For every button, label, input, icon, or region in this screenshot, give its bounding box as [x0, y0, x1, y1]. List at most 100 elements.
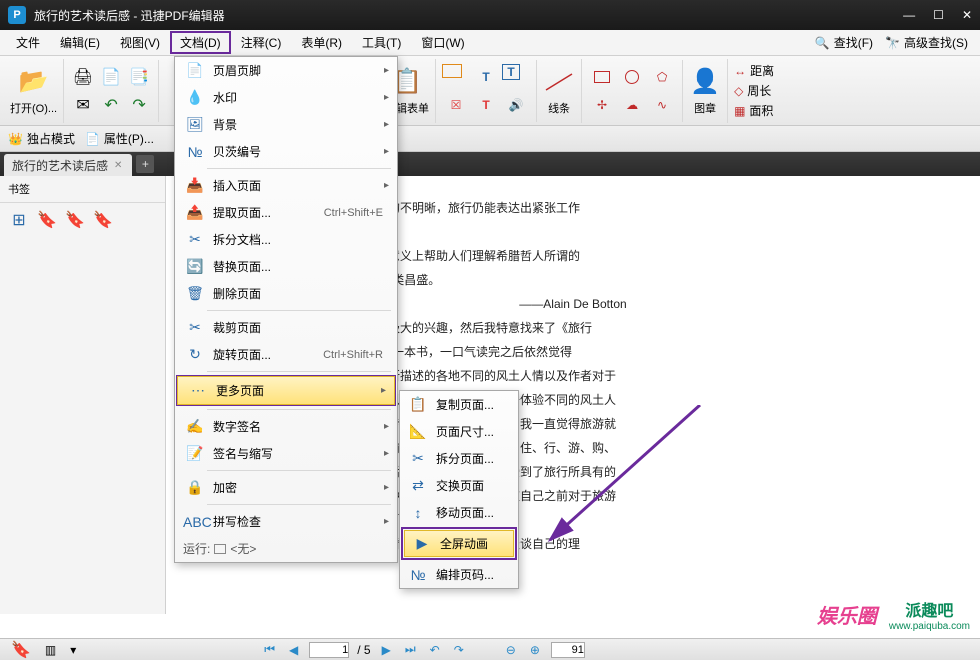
sb-bookmark-icon[interactable]: 🔖: [8, 640, 34, 660]
menu-document[interactable]: 文档(D): [170, 31, 231, 54]
find-button[interactable]: 🔍查找(F): [809, 34, 879, 51]
menu-tool[interactable]: 工具(T): [352, 31, 411, 54]
rect-icon[interactable]: [588, 64, 616, 90]
first-page-button[interactable]: ⏮: [261, 642, 278, 657]
menu-window[interactable]: 窗口(W): [411, 31, 474, 54]
stamp-icon: 👤: [689, 66, 721, 98]
sound-icon[interactable]: 🔊: [502, 92, 530, 118]
page-icon: 📄: [85, 132, 100, 146]
prev-page-button[interactable]: ◀: [286, 643, 301, 657]
shape-tools: ⬠ ✢ ☁ ∿: [582, 60, 683, 122]
menu-comment[interactable]: 注释(C): [231, 31, 292, 54]
minimize-button[interactable]: —: [903, 8, 915, 22]
t3-icon[interactable]: T: [472, 92, 500, 118]
menu-item[interactable]: 📄页眉页脚▸: [175, 57, 397, 84]
bookmark-add-icon[interactable]: 🔖: [36, 209, 58, 231]
last-page-button[interactable]: ⏭: [402, 642, 419, 657]
tab-close-icon[interactable]: ✕: [114, 160, 122, 171]
menu-item[interactable]: №贝茨编号▸: [175, 138, 397, 165]
search-icon: 🔍: [815, 36, 830, 50]
doc-icon[interactable]: 📄: [98, 64, 124, 90]
menu-item[interactable]: ✍数字签名▸: [175, 413, 397, 440]
circle-icon[interactable]: [618, 64, 646, 90]
menu-item[interactable]: ⋯更多页面▸: [177, 376, 395, 405]
menu-item[interactable]: 🗑删除页面: [175, 280, 397, 307]
menu-edit[interactable]: 编辑(E): [50, 31, 110, 54]
submenu-item[interactable]: ▶全屏动画: [404, 530, 514, 557]
link-icon[interactable]: ✢: [588, 92, 616, 118]
item-icon: ✍: [183, 418, 207, 435]
submenu-item[interactable]: 📋复制页面...: [400, 391, 518, 418]
exclusive-mode[interactable]: 👑独占模式: [8, 130, 75, 147]
zoom-input[interactable]: [551, 642, 585, 658]
submenu-item[interactable]: ✂拆分页面...: [400, 445, 518, 472]
menu-item[interactable]: 🖼背景▸: [175, 111, 397, 138]
bookmark-del-icon[interactable]: 🔖: [64, 209, 86, 231]
distance-tool[interactable]: ↔距离: [734, 62, 774, 79]
item-icon: ✂: [183, 319, 207, 336]
close-button[interactable]: ✕: [962, 8, 972, 22]
item-icon: 📤: [183, 204, 207, 221]
fwd-button[interactable]: ↷: [451, 643, 467, 657]
textbox-icon[interactable]: [442, 64, 462, 78]
menu-item[interactable]: ✂拆分文档...: [175, 226, 397, 253]
item-icon: ✂: [183, 231, 207, 248]
stamp-group[interactable]: 👤 图章: [683, 59, 728, 123]
menu-item[interactable]: 📝签名与缩写▸: [175, 440, 397, 467]
page-input[interactable]: [309, 642, 349, 658]
bookmark-opt-icon[interactable]: 🔖: [92, 209, 114, 231]
redo-icon[interactable]: ↷: [126, 92, 152, 118]
print-icon[interactable]: 🖨: [70, 64, 96, 90]
area-tool[interactable]: ▦面积: [734, 102, 774, 119]
new-tab-button[interactable]: +: [136, 155, 154, 173]
item-icon: 🔄: [183, 258, 207, 275]
panel-title: 书签: [0, 176, 165, 203]
item-icon: 📄: [183, 62, 207, 79]
expand-icon[interactable]: ⊞: [8, 209, 30, 231]
properties-btn[interactable]: 📄属性(P)...: [85, 130, 154, 147]
poly-icon[interactable]: ⬠: [648, 64, 676, 90]
submenu-item[interactable]: ↕移动页面...: [400, 499, 518, 526]
item-icon: ↕: [406, 505, 430, 521]
field-tools: T T ☒ T 🔊: [436, 60, 537, 122]
maximize-button[interactable]: ☐: [933, 8, 944, 22]
undo-icon[interactable]: ↶: [98, 92, 124, 118]
menu-item[interactable]: 🔒加密▸: [175, 474, 397, 501]
check-icon[interactable]: ☒: [442, 92, 470, 118]
menu-item[interactable]: ABC拼写检查▸: [175, 508, 397, 535]
next-page-button[interactable]: ▶: [379, 643, 394, 657]
submenu-item[interactable]: №编排页码...: [400, 561, 518, 588]
zoom-out-button[interactable]: ⊖: [503, 643, 519, 657]
menu-item[interactable]: 📥插入页面▸: [175, 172, 397, 199]
item-icon: 📐: [406, 423, 430, 440]
line-icon: [543, 66, 575, 98]
menu-item[interactable]: ↻旋转页面...Ctrl+Shift+R: [175, 341, 397, 368]
open-group[interactable]: 📂 打开(O)...: [4, 59, 64, 123]
t-icon[interactable]: T: [472, 64, 500, 90]
zoom-in-button[interactable]: ⊕: [527, 643, 543, 657]
sub-toolbar: 👑独占模式 📄属性(P)...: [0, 126, 980, 152]
document-tab[interactable]: 旅行的艺术读后感✕: [4, 154, 132, 177]
adv-find-button[interactable]: 🔭高级查找(S): [879, 34, 974, 51]
menu-view[interactable]: 视图(V): [110, 31, 170, 54]
menu-item[interactable]: 📤提取页面...Ctrl+Shift+E: [175, 199, 397, 226]
submenu-item[interactable]: ⇄交换页面: [400, 472, 518, 499]
curve-icon[interactable]: ∿: [648, 92, 676, 118]
item-icon: 📥: [183, 177, 207, 194]
submenu-item[interactable]: 📐页面尺寸...: [400, 418, 518, 445]
menu-form[interactable]: 表单(R): [291, 31, 352, 54]
t2-icon[interactable]: T: [502, 64, 520, 80]
convert-icon[interactable]: 📑: [126, 64, 152, 90]
menu-item[interactable]: 💧水印▸: [175, 84, 397, 111]
mail-icon[interactable]: ✉: [70, 92, 96, 118]
menu-file[interactable]: 文件: [6, 31, 50, 54]
menu-item[interactable]: ✂裁剪页面: [175, 314, 397, 341]
item-icon: 💧: [183, 89, 207, 106]
sb-layout-icon[interactable]: ▥: [42, 643, 59, 657]
lines-group[interactable]: 线条: [537, 59, 582, 123]
cloud-icon[interactable]: ☁: [618, 92, 646, 118]
perimeter-tool[interactable]: ◇周长: [734, 82, 774, 99]
back-button[interactable]: ↶: [427, 643, 443, 657]
menu-item[interactable]: 🔄替换页面...: [175, 253, 397, 280]
sb-dropdown-icon[interactable]: ▾: [67, 643, 79, 657]
